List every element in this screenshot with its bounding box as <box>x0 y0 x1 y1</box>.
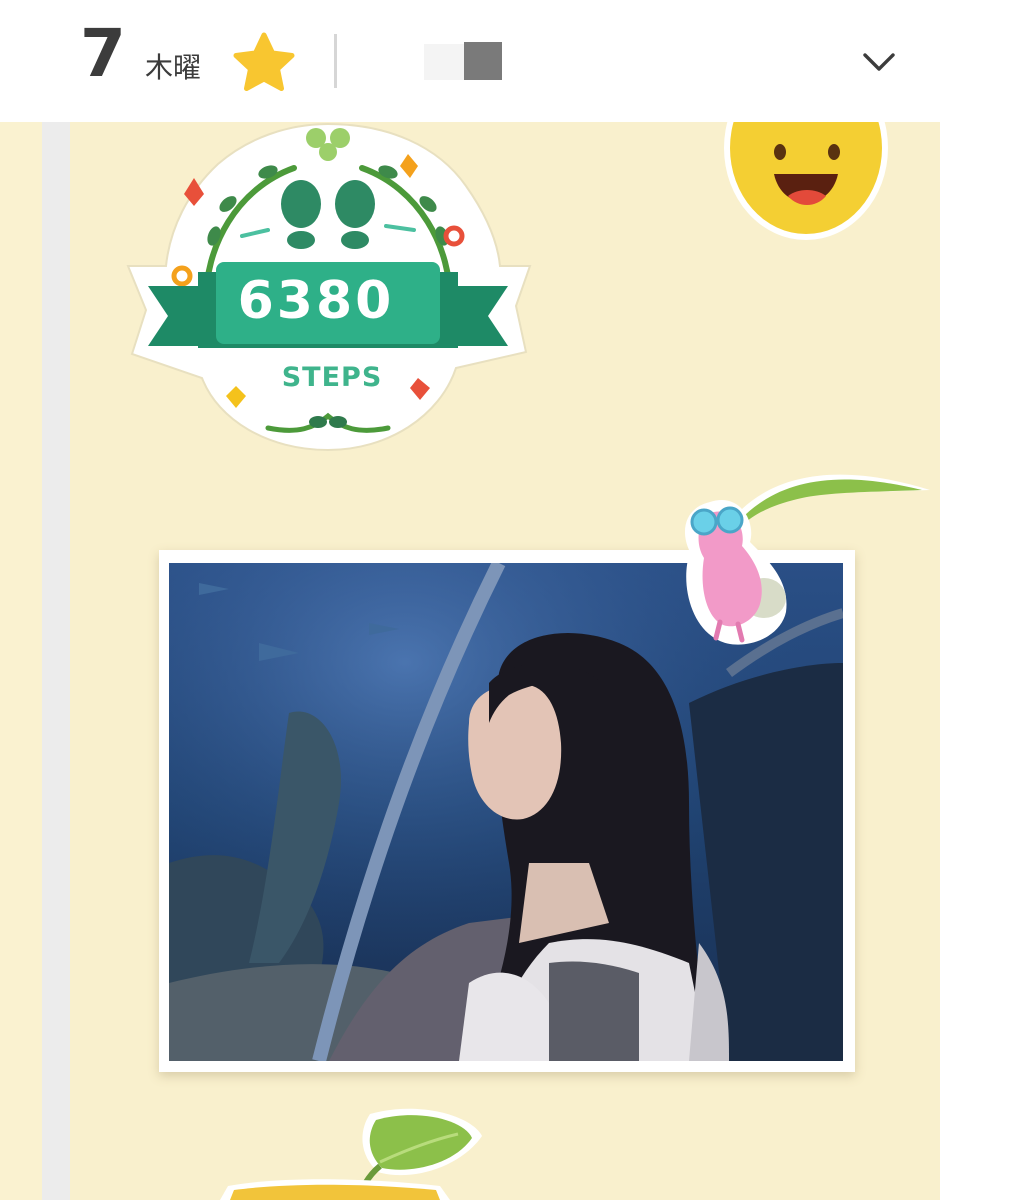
diary-header: 7 木曜 <box>0 0 1011 122</box>
steps-label: STEPS <box>281 362 383 393</box>
redacted-block <box>464 42 502 80</box>
steps-count: 6380 <box>237 271 395 331</box>
star-icon[interactable] <box>232 32 296 92</box>
smiley-face-icon[interactable] <box>720 122 892 240</box>
day-number: 7 <box>80 15 126 92</box>
chevron-down-icon[interactable] <box>858 44 900 78</box>
header-divider <box>334 34 337 88</box>
page-gap <box>42 122 70 1200</box>
redacted-area <box>424 44 464 80</box>
previous-page-edge[interactable] <box>0 122 42 1200</box>
sprout-leaf-icon[interactable] <box>210 1106 500 1200</box>
page-margin <box>940 122 1011 1200</box>
pink-pikmin-icon[interactable] <box>660 462 945 652</box>
weekday-label: 木曜 <box>145 51 202 84</box>
